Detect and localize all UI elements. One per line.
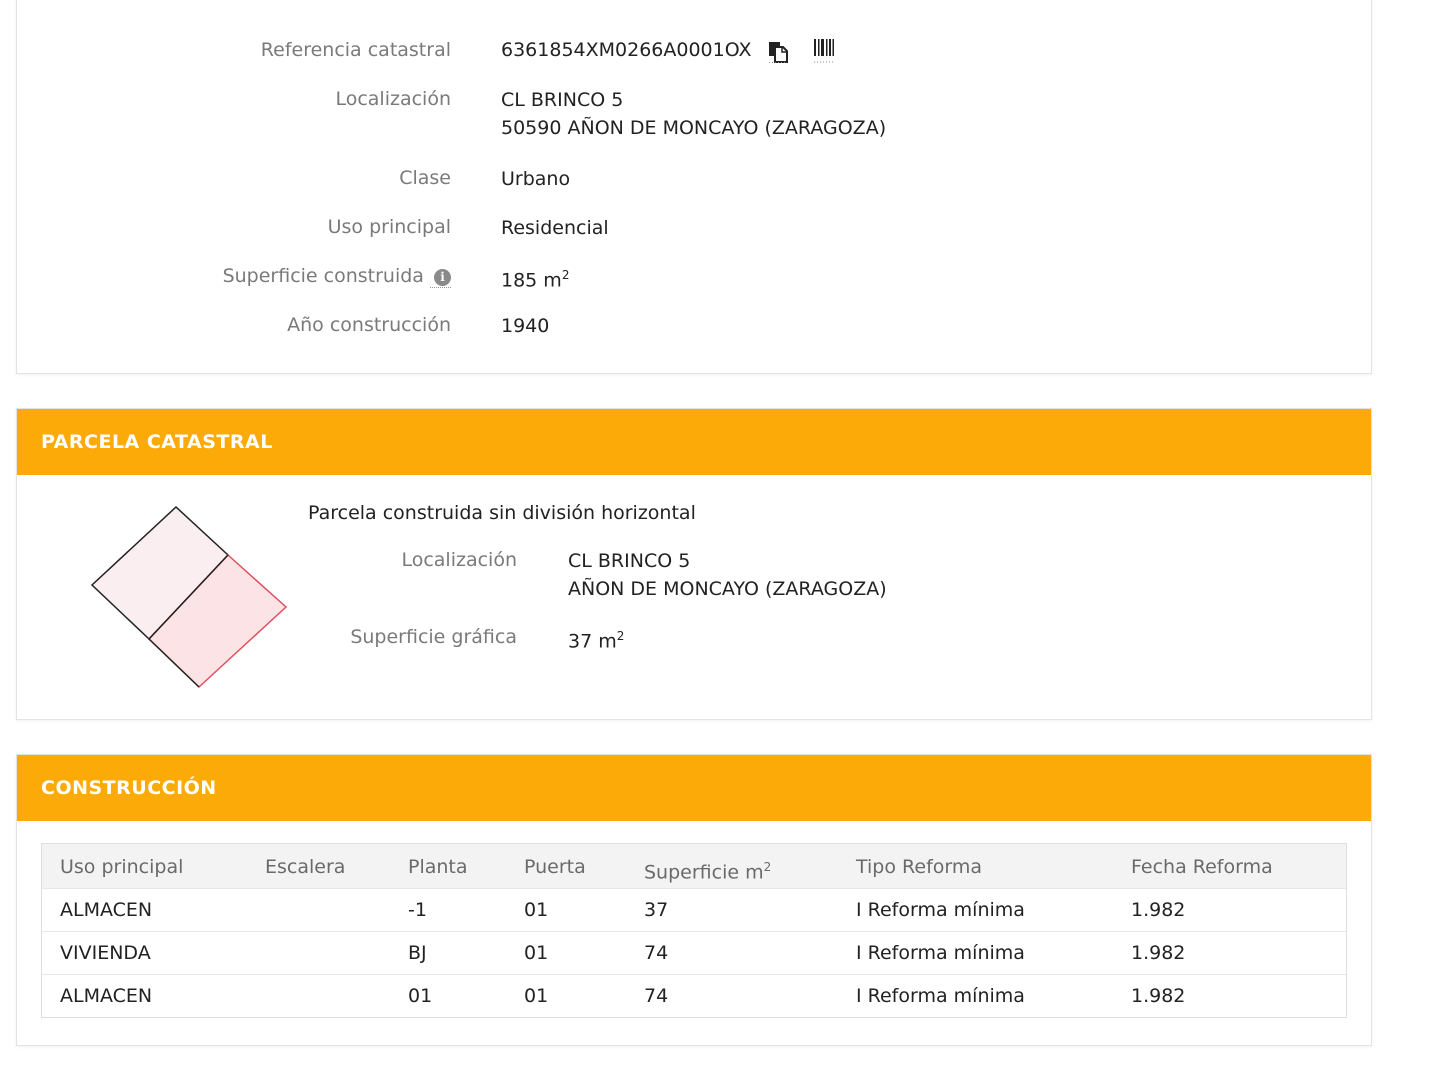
parcela-localizacion-label: Localización — [401, 549, 517, 571]
uso-principal-value: Residencial — [501, 217, 609, 239]
localizacion-line1: CL BRINCO 5 — [501, 89, 624, 111]
column-header-puerta: Puerta — [524, 856, 586, 878]
cell-superficie: 74 — [644, 985, 669, 1007]
cell-puerta: 01 — [524, 899, 549, 921]
column-header-superficie-text: Superficie m — [644, 861, 764, 884]
cell-uso: ALMACEN — [60, 899, 153, 921]
superficie-construida-label: Superficie construida i — [222, 265, 451, 288]
column-header-superficie-sup: 2 — [763, 860, 772, 874]
cell-fecha-reforma: 1.982 — [1131, 942, 1186, 964]
table-row: VIVIENDA BJ 01 74 I Reforma mínima 1.982 — [42, 931, 1346, 974]
inmueble-card: Referencia catastral 6361854XM0266A0001O… — [16, 0, 1372, 374]
superficie-construida-text: Superficie construida — [222, 265, 424, 287]
superficie-grafica-number: 37 m — [568, 630, 617, 653]
info-tooltip-trigger[interactable]: i — [430, 265, 451, 288]
referencia-label: Referencia catastral — [260, 39, 451, 61]
column-header-fecha-reforma: Fecha Reforma — [1131, 856, 1273, 878]
superficie-construida-number: 185 m — [501, 269, 562, 292]
cell-planta: -1 — [408, 899, 427, 921]
cell-puerta: 01 — [524, 942, 549, 964]
anio-construccion-value: 1940 — [501, 315, 550, 337]
barcode-icon[interactable] — [813, 37, 835, 65]
table-header-row: Uso principal Escalera Planta Puerta Sup… — [42, 844, 1346, 888]
construccion-table: Uso principal Escalera Planta Puerta Sup… — [41, 843, 1347, 1018]
parcela-localizacion-line2: AÑON DE MONCAYO (ZARAGOZA) — [568, 578, 887, 600]
superficie-grafica-sup: 2 — [616, 629, 625, 643]
cell-superficie: 74 — [644, 942, 669, 964]
column-header-uso: Uso principal — [60, 856, 184, 878]
clase-label: Clase — [399, 167, 451, 189]
parcela-localizacion-line1: CL BRINCO 5 — [568, 550, 691, 572]
cell-planta: 01 — [408, 985, 433, 1007]
parcela-localizacion-value: CL BRINCO 5 AÑON DE MONCAYO (ZARAGOZA) — [568, 547, 887, 603]
cell-tipo-reforma: I Reforma mínima — [856, 985, 1025, 1007]
superficie-unit-sup: 2 — [561, 268, 570, 282]
table-row: ALMACEN 01 01 74 I Reforma mínima 1.982 — [42, 974, 1346, 1017]
cell-uso: VIVIENDA — [60, 942, 151, 964]
referencia-value: 6361854XM0266A0001OX — [501, 39, 752, 61]
localizacion-line2: 50590 AÑON DE MONCAYO (ZARAGOZA) — [501, 117, 887, 139]
superficie-grafica-label: Superficie gráfica — [350, 626, 517, 648]
copy-icon[interactable] — [768, 41, 788, 63]
cell-tipo-reforma: I Reforma mínima — [856, 942, 1025, 964]
cell-fecha-reforma: 1.982 — [1131, 985, 1186, 1007]
localizacion-value: CL BRINCO 5 50590 AÑON DE MONCAYO (ZARAG… — [501, 86, 886, 142]
column-header-planta: Planta — [408, 856, 468, 878]
construccion-card: CONSTRUCCIÓN Uso principal Escalera Plan… — [16, 754, 1372, 1046]
cell-fecha-reforma: 1.982 — [1131, 899, 1186, 921]
localizacion-label: Localización — [335, 88, 451, 110]
uso-principal-label: Uso principal — [327, 216, 451, 238]
construccion-header: CONSTRUCCIÓN — [17, 755, 1371, 821]
cell-superficie: 37 — [644, 899, 669, 921]
table-row: ALMACEN -1 01 37 I Reforma mínima 1.982 — [42, 888, 1346, 931]
parcela-map-thumbnail[interactable] — [87, 503, 297, 693]
parcela-header: PARCELA CATASTRAL — [17, 409, 1371, 475]
info-icon[interactable]: i — [434, 269, 451, 286]
superficie-grafica-value: 37 m2 — [568, 622, 624, 655]
column-header-escalera: Escalera — [265, 856, 346, 878]
parcela-card: PARCELA CATASTRAL Parcela construida sin… — [16, 408, 1372, 720]
cell-tipo-reforma: I Reforma mínima — [856, 899, 1025, 921]
cell-puerta: 01 — [524, 985, 549, 1007]
clase-value: Urbano — [501, 168, 571, 190]
cell-uso: ALMACEN — [60, 985, 153, 1007]
cell-planta: BJ — [408, 942, 427, 964]
superficie-construida-value: 185 m2 — [501, 261, 569, 294]
column-header-tipo-reforma: Tipo Reforma — [856, 856, 983, 878]
anio-construccion-label: Año construcción — [287, 314, 451, 336]
parcela-subtitle: Parcela construida sin división horizont… — [308, 502, 696, 524]
